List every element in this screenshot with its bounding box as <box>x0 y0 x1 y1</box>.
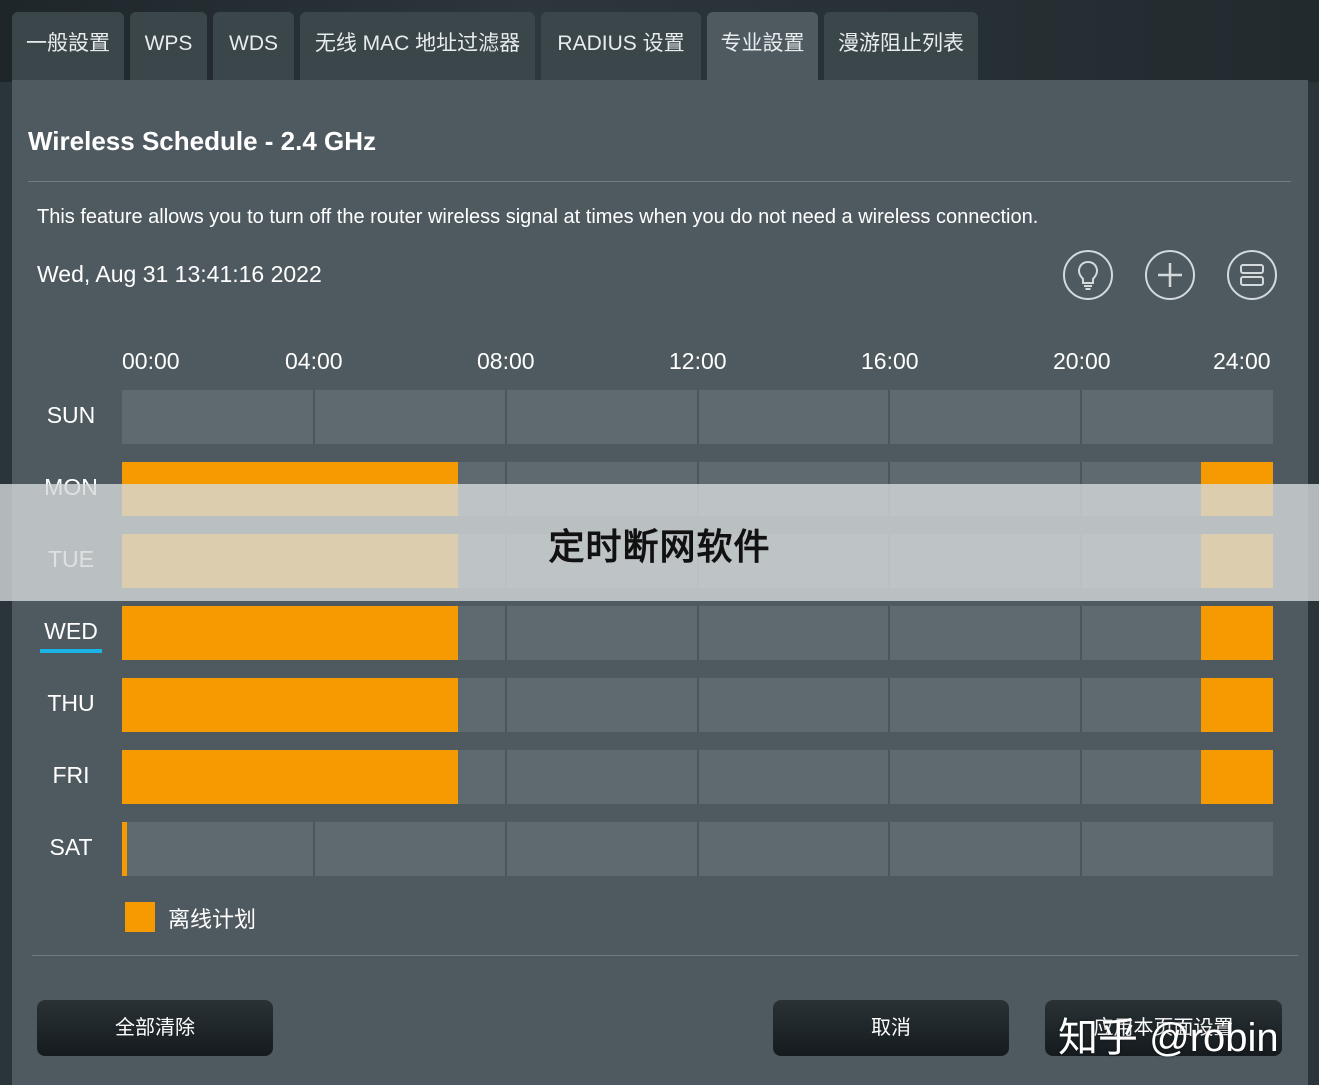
offline-block[interactable] <box>1201 750 1273 804</box>
grid-line <box>312 390 315 444</box>
tab-roaming-block[interactable]: 漫游阻止列表 <box>824 12 978 80</box>
grid-line <box>504 390 507 444</box>
grid-line <box>312 822 315 876</box>
lightbulb-icon[interactable] <box>1063 250 1113 300</box>
feature-description: This feature allows you to turn off the … <box>37 206 1039 228</box>
grid-line <box>1080 678 1083 732</box>
offline-block[interactable] <box>122 678 458 732</box>
tab-mac-filter[interactable]: 无线 MAC 地址过滤器 <box>300 12 535 80</box>
day-label-sun[interactable]: SUN <box>32 402 110 429</box>
day-label-fri[interactable]: FRI <box>32 762 110 789</box>
tab-wds[interactable]: WDS <box>213 12 294 80</box>
grid-line <box>696 606 699 660</box>
list-icon[interactable] <box>1227 250 1277 300</box>
grid-line <box>888 822 891 876</box>
hour-label-0: 00:00 <box>122 348 180 374</box>
page-title: Wireless Schedule - 2.4 GHz <box>28 126 377 156</box>
grid-line <box>696 750 699 804</box>
grid-line <box>888 390 891 444</box>
plus-icon[interactable] <box>1145 250 1195 300</box>
hour-label-12: 12:00 <box>669 348 727 374</box>
offline-block[interactable] <box>122 822 127 876</box>
offline-block[interactable] <box>122 750 458 804</box>
bottom-divider <box>32 955 1298 956</box>
hour-label-8: 08:00 <box>477 348 535 374</box>
hour-label-24: 24:00 <box>1213 348 1271 374</box>
day-label-thu[interactable]: THU <box>32 690 110 717</box>
grid-line <box>696 390 699 444</box>
grid-line <box>888 606 891 660</box>
grid-line <box>504 678 507 732</box>
cancel-button[interactable]: 取消 <box>773 1000 1009 1056</box>
offline-block[interactable] <box>1201 606 1273 660</box>
grid-line <box>696 678 699 732</box>
tab-professional[interactable]: 专业設置 <box>707 12 818 82</box>
grid-line <box>888 750 891 804</box>
grid-line <box>696 822 699 876</box>
tab-general[interactable]: 一般設置 <box>12 12 124 80</box>
offline-block[interactable] <box>122 606 458 660</box>
legend-swatch <box>125 902 155 932</box>
grid-line <box>504 750 507 804</box>
grid-line <box>1080 606 1083 660</box>
grid-line <box>1080 822 1083 876</box>
hour-label-4: 04:00 <box>285 348 343 374</box>
overlay-title: 定时断网软件 <box>548 526 771 567</box>
offline-block[interactable] <box>1201 678 1273 732</box>
hour-label-16: 16:00 <box>861 348 919 374</box>
grid-line <box>888 678 891 732</box>
grid-line <box>1080 750 1083 804</box>
day-label-sat[interactable]: SAT <box>32 834 110 861</box>
grid-line <box>1080 390 1083 444</box>
grid-line <box>504 822 507 876</box>
current-datetime: Wed, Aug 31 13:41:16 2022 <box>37 261 322 287</box>
tab-wps[interactable]: WPS <box>130 12 207 80</box>
clear-all-button[interactable]: 全部清除 <box>37 1000 273 1056</box>
watermark: 知乎 @robin <box>1058 1016 1279 1060</box>
day-label-wed[interactable]: WED <box>32 618 110 653</box>
hour-label-20: 20:00 <box>1053 348 1111 374</box>
legend-label: 离线计划 <box>168 907 257 932</box>
title-divider <box>28 181 1291 182</box>
grid-line <box>504 606 507 660</box>
tab-radius[interactable]: RADIUS 设置 <box>541 12 701 80</box>
